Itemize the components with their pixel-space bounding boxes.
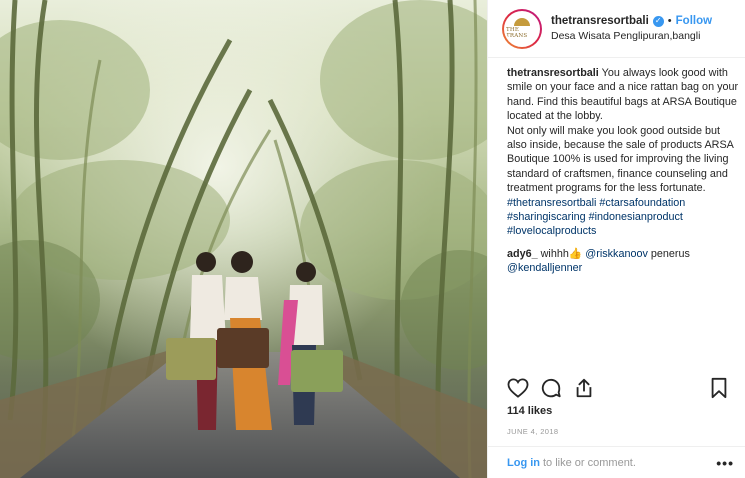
post-sidebar: THE TRANS thetransresortbali ✓ • Follow … bbox=[487, 0, 745, 478]
comment-mention-2[interactable]: @kendalljenner bbox=[507, 262, 582, 274]
post-photo[interactable] bbox=[0, 0, 487, 478]
separator-dot: • bbox=[667, 15, 672, 27]
comment-text-after: penerus bbox=[650, 247, 690, 260]
caption-username[interactable]: thetransresortbali bbox=[507, 67, 599, 79]
likes-count[interactable]: 114 likes bbox=[507, 405, 552, 417]
caption-hashtags[interactable]: #thetransresortbali #ctarsafoundation #s… bbox=[507, 197, 685, 238]
sun-logo-icon bbox=[514, 18, 530, 26]
comment-button[interactable] bbox=[538, 375, 564, 401]
comment-text-before: wihhh bbox=[540, 247, 569, 260]
caption-text-2: Not only will make you look good outside… bbox=[507, 124, 734, 195]
header-info: thetransresortbali ✓ • Follow Desa Wisat… bbox=[551, 15, 712, 42]
avatar[interactable]: THE TRANS bbox=[502, 8, 542, 49]
share-icon bbox=[576, 378, 592, 398]
post-date: JUNE 4, 2018 bbox=[507, 427, 559, 436]
comments-section: thetransresortbali You always look good … bbox=[507, 66, 739, 276]
heart-icon bbox=[507, 378, 529, 398]
thumbs-up-emoji: 👍 bbox=[568, 247, 583, 260]
like-button[interactable] bbox=[505, 375, 531, 401]
more-options-icon[interactable]: ••• bbox=[716, 455, 734, 471]
avatar-logo-text: THE TRANS bbox=[506, 27, 528, 39]
header-top-row: thetransresortbali ✓ • Follow bbox=[551, 15, 712, 27]
login-link[interactable]: Log in bbox=[507, 457, 540, 469]
action-bar bbox=[505, 375, 732, 401]
login-suffix-text: to like or comment. bbox=[543, 456, 636, 469]
share-button[interactable] bbox=[571, 375, 597, 401]
comment-mention-1[interactable]: @riskkanoov bbox=[585, 248, 648, 260]
verified-badge-icon: ✓ bbox=[652, 15, 664, 27]
comment-item: ady6_ wihhh👍 @riskkanoov penerus @kendal… bbox=[507, 247, 739, 276]
avatar-logo: THE TRANS bbox=[504, 10, 540, 47]
post-header: THE TRANS thetransresortbali ✓ • Follow … bbox=[488, 0, 745, 58]
comment-icon bbox=[541, 378, 561, 398]
post-footer: Log in to like or comment. ••• bbox=[488, 446, 745, 478]
instagram-post: THE TRANS thetransresortbali ✓ • Follow … bbox=[0, 0, 745, 478]
bookmark-icon bbox=[711, 377, 727, 399]
location-link[interactable]: Desa Wisata Penglipuran,bangli bbox=[551, 30, 712, 42]
follow-button[interactable]: Follow bbox=[676, 15, 712, 27]
comment-username[interactable]: ady6_ bbox=[507, 248, 538, 260]
caption: thetransresortbali You always look good … bbox=[507, 66, 739, 239]
header-username[interactable]: thetransresortbali bbox=[551, 15, 649, 27]
photo-illustration bbox=[0, 0, 487, 478]
save-button[interactable] bbox=[706, 375, 732, 401]
